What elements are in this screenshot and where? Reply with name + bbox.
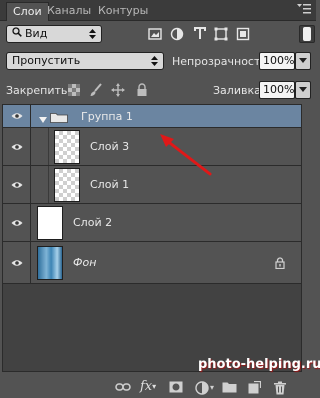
panel-bottom-bar: fx▾ ▾ — [0, 376, 316, 398]
adjustment-filter-icon[interactable] — [170, 27, 184, 41]
lock-transparency-icon[interactable] — [67, 83, 81, 97]
filter-toggle-knob — [303, 27, 311, 41]
updown-icon — [89, 28, 96, 45]
opacity-label: Непрозрачность: — [172, 55, 271, 68]
link-icon[interactable] — [115, 381, 131, 395]
new-layer-icon[interactable] — [248, 381, 261, 395]
visibility-toggle[interactable] — [3, 105, 31, 127]
fx-label: fx — [140, 379, 153, 394]
blend-mode-select[interactable]: Пропустить — [6, 52, 164, 70]
lock-image-pixels-icon[interactable] — [89, 83, 103, 97]
layer-row-group[interactable]: Группа 1 — [3, 105, 301, 128]
layer-thumbnail — [37, 246, 63, 280]
fx-icon[interactable]: fx▾ — [140, 379, 157, 394]
pixel-filter-icon[interactable] — [148, 27, 162, 41]
layer-name: Группа 1 — [81, 110, 133, 123]
eye-icon — [11, 181, 23, 188]
annotation-arrow-icon — [160, 134, 212, 176]
tab-paths[interactable]: Контуры — [92, 2, 154, 20]
filter-kind-select[interactable]: Вид — [6, 25, 102, 43]
mask-icon[interactable] — [169, 381, 183, 395]
visibility-toggle[interactable] — [3, 166, 31, 203]
eye-icon — [11, 113, 23, 119]
fill-input[interactable]: 100% — [259, 81, 295, 99]
smart-object-filter-icon[interactable] — [236, 27, 250, 41]
chevron-down-icon — [299, 87, 307, 92]
layer-name: Слой 2 — [73, 216, 113, 229]
filter-kind-value: Вид — [25, 27, 48, 40]
indent-spacer — [31, 166, 49, 203]
layer-name: Слой 1 — [90, 178, 130, 191]
type-filter-icon[interactable] — [193, 26, 207, 40]
indent-spacer — [31, 128, 49, 165]
filter-toggle[interactable] — [299, 25, 315, 43]
chevron-down-icon — [299, 58, 307, 63]
layers-panel: Слои Каналы Контуры Вид Пропустить Непро… — [0, 0, 320, 398]
eye-icon — [11, 143, 23, 150]
updown-icon — [151, 55, 158, 72]
fill-dropdown-button[interactable] — [295, 81, 311, 99]
lock-label: Закрепить: — [6, 84, 72, 97]
expand-arrow-icon[interactable] — [39, 117, 47, 123]
trash-icon[interactable] — [274, 381, 286, 395]
chevron-down-icon: ▾ — [210, 383, 215, 392]
fill-label: Заливка: — [213, 84, 265, 97]
watermark: photo-helping.ru — [198, 357, 320, 372]
layer-thumbnail — [37, 206, 63, 240]
lock-all-icon[interactable] — [135, 83, 149, 97]
visibility-toggle[interactable] — [3, 128, 31, 165]
lock-position-icon[interactable] — [111, 83, 125, 97]
search-icon — [12, 26, 22, 42]
visibility-toggle[interactable] — [3, 242, 31, 283]
layer-thumbnail — [54, 168, 80, 202]
layer-name: Слой 3 — [90, 140, 130, 153]
opacity-dropdown-button[interactable] — [295, 52, 311, 70]
eye-icon — [11, 259, 23, 266]
panel-tab-bar: Слои Каналы Контуры — [0, 0, 316, 21]
eye-icon — [11, 219, 23, 226]
layer-name: Фон — [73, 256, 97, 269]
visibility-toggle[interactable] — [3, 204, 31, 241]
panel-menu-icon[interactable] — [297, 3, 311, 15]
adjustment-icon[interactable]: ▾ — [195, 381, 214, 395]
folder-icon — [50, 113, 68, 123]
layer-row[interactable]: Слой 2 — [3, 204, 301, 242]
layer-row-background[interactable]: Фон — [3, 242, 301, 284]
opacity-input[interactable]: 100% — [259, 52, 295, 70]
chevron-down-icon: ▾ — [152, 382, 157, 391]
shape-filter-icon[interactable] — [214, 27, 228, 41]
blend-mode-value: Пропустить — [12, 54, 81, 67]
tab-channels[interactable]: Каналы — [41, 2, 97, 20]
lock-icon — [275, 256, 285, 269]
layer-thumbnail — [54, 130, 80, 164]
new-group-folder-icon[interactable] — [222, 381, 237, 395]
